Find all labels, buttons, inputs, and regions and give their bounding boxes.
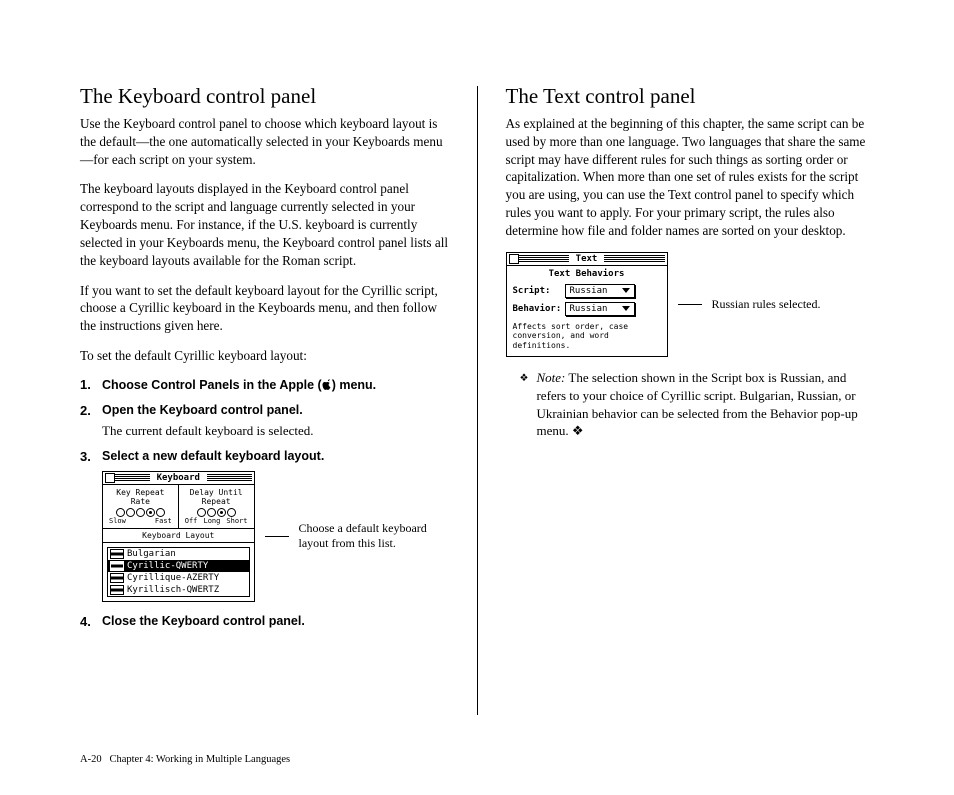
text-callout: Russian rules selected. — [712, 297, 821, 312]
keyboard-title: Keyboard — [154, 473, 203, 483]
flag-icon — [110, 585, 124, 595]
step-4: Close the Keyboard control panel. — [80, 614, 449, 628]
chevron-down-icon — [622, 288, 630, 293]
left-p2: The keyboard layouts displayed in the Ke… — [80, 180, 449, 269]
diamond-icon: ❖ — [520, 369, 529, 439]
page-number: A-20 — [80, 754, 102, 765]
note-text: Note: The selection shown in the Script … — [536, 369, 874, 439]
close-icon — [509, 254, 519, 264]
keyboard-panel: Keyboard Key Repeat Rate Slow — [102, 471, 255, 602]
apple-icon — [322, 379, 332, 393]
flag-icon — [110, 549, 124, 559]
keyboard-figure: Keyboard Key Repeat Rate Slow — [102, 471, 449, 602]
step-3-title: Select a new default keyboard layout. — [102, 449, 449, 463]
keyboard-titlebar: Keyboard — [103, 472, 254, 485]
list-item: Kyrillisch-QWERTZ — [108, 584, 249, 596]
text-behaviors-label: Text Behaviors — [507, 266, 667, 282]
delay-radios — [183, 508, 250, 517]
chapter-label: Chapter 4: Working in Multiple Languages — [109, 754, 290, 765]
list-item-selected: Cyrillic-QWERTY — [108, 560, 249, 572]
delay-label: Delay Until Repeat — [183, 488, 250, 506]
callout-leader — [265, 536, 289, 537]
script-row: Script: Russian — [507, 282, 667, 300]
callout-leader — [678, 304, 702, 305]
delay-section: Delay Until Repeat Off Long Short — [179, 485, 254, 528]
script-label: Script: — [513, 286, 559, 296]
text-titlebar: Text — [507, 253, 667, 266]
flag-icon — [110, 561, 124, 571]
behavior-popup: Russian — [565, 302, 635, 316]
close-icon — [105, 473, 115, 483]
key-repeat-section: Key Repeat Rate Slow Fast — [103, 485, 179, 528]
text-panel-footnote: Affects sort order, case conversion, and… — [507, 318, 667, 357]
text-panel: Text Text Behaviors Script: Russian Beha… — [506, 252, 668, 358]
script-popup: Russian — [565, 284, 635, 298]
titlebar-stripes — [207, 474, 252, 482]
key-repeat-label: Key Repeat Rate — [107, 488, 174, 506]
list-item: Cyrillique-AZERTY — [108, 572, 249, 584]
steps-list: Choose Control Panels in the Apple () me… — [80, 377, 449, 628]
step-4-title: Close the Keyboard control panel. — [102, 614, 449, 628]
right-heading: The Text control panel — [506, 84, 875, 109]
keyboard-callout: Choose a default keyboard layout from th… — [299, 521, 449, 551]
left-column: The Keyboard control panel Use the Keybo… — [80, 84, 449, 755]
step-1-title: Choose Control Panels in the Apple () me… — [102, 378, 376, 392]
note-body: The selection shown in the Script box is… — [536, 370, 857, 438]
keyboard-top: Key Repeat Rate Slow Fast Delay — [103, 485, 254, 529]
list-item: Bulgarian — [108, 548, 249, 560]
delay-sub: Off Long Short — [183, 517, 250, 525]
step-3: Select a new default keyboard layout. Ke… — [80, 449, 449, 602]
left-p4: To set the default Cyrillic keyboard lay… — [80, 347, 449, 365]
column-divider — [477, 86, 478, 715]
flag-icon — [110, 573, 124, 583]
key-repeat-radios — [107, 508, 174, 517]
behavior-row: Behavior: Russian — [507, 300, 667, 318]
note-block: ❖ Note: The selection shown in the Scrip… — [506, 369, 875, 439]
keyboard-layout-list: Bulgarian Cyrillic-QWERTY Cyrillique-AZE… — [107, 547, 250, 597]
titlebar-stripes — [604, 255, 664, 263]
behavior-label: Behavior: — [513, 304, 559, 314]
step-2-title: Open the Keyboard control panel. — [102, 403, 449, 417]
right-column: The Text control panel As explained at t… — [506, 84, 875, 755]
page: The Keyboard control panel Use the Keybo… — [0, 0, 954, 795]
keyboard-layout-label: Keyboard Layout — [103, 529, 254, 543]
left-heading: The Keyboard control panel — [80, 84, 449, 109]
step-2-body: The current default keyboard is selected… — [102, 423, 449, 439]
text-figure: Text Text Behaviors Script: Russian Beha… — [506, 252, 875, 358]
key-repeat-sub: Slow Fast — [107, 517, 174, 525]
step-2: Open the Keyboard control panel. The cur… — [80, 403, 449, 439]
chevron-down-icon — [622, 306, 630, 311]
text-title: Text — [573, 254, 601, 264]
left-p1: Use the Keyboard control panel to choose… — [80, 115, 449, 168]
step-1: Choose Control Panels in the Apple () me… — [80, 377, 449, 393]
left-p3: If you want to set the default keyboard … — [80, 282, 449, 335]
note-label: Note: — [536, 370, 565, 385]
script-value: Russian — [570, 286, 608, 296]
page-footer: A-20 Chapter 4: Working in Multiple Lang… — [80, 754, 290, 765]
right-p1: As explained at the beginning of this ch… — [506, 115, 875, 240]
behavior-value: Russian — [570, 304, 608, 314]
